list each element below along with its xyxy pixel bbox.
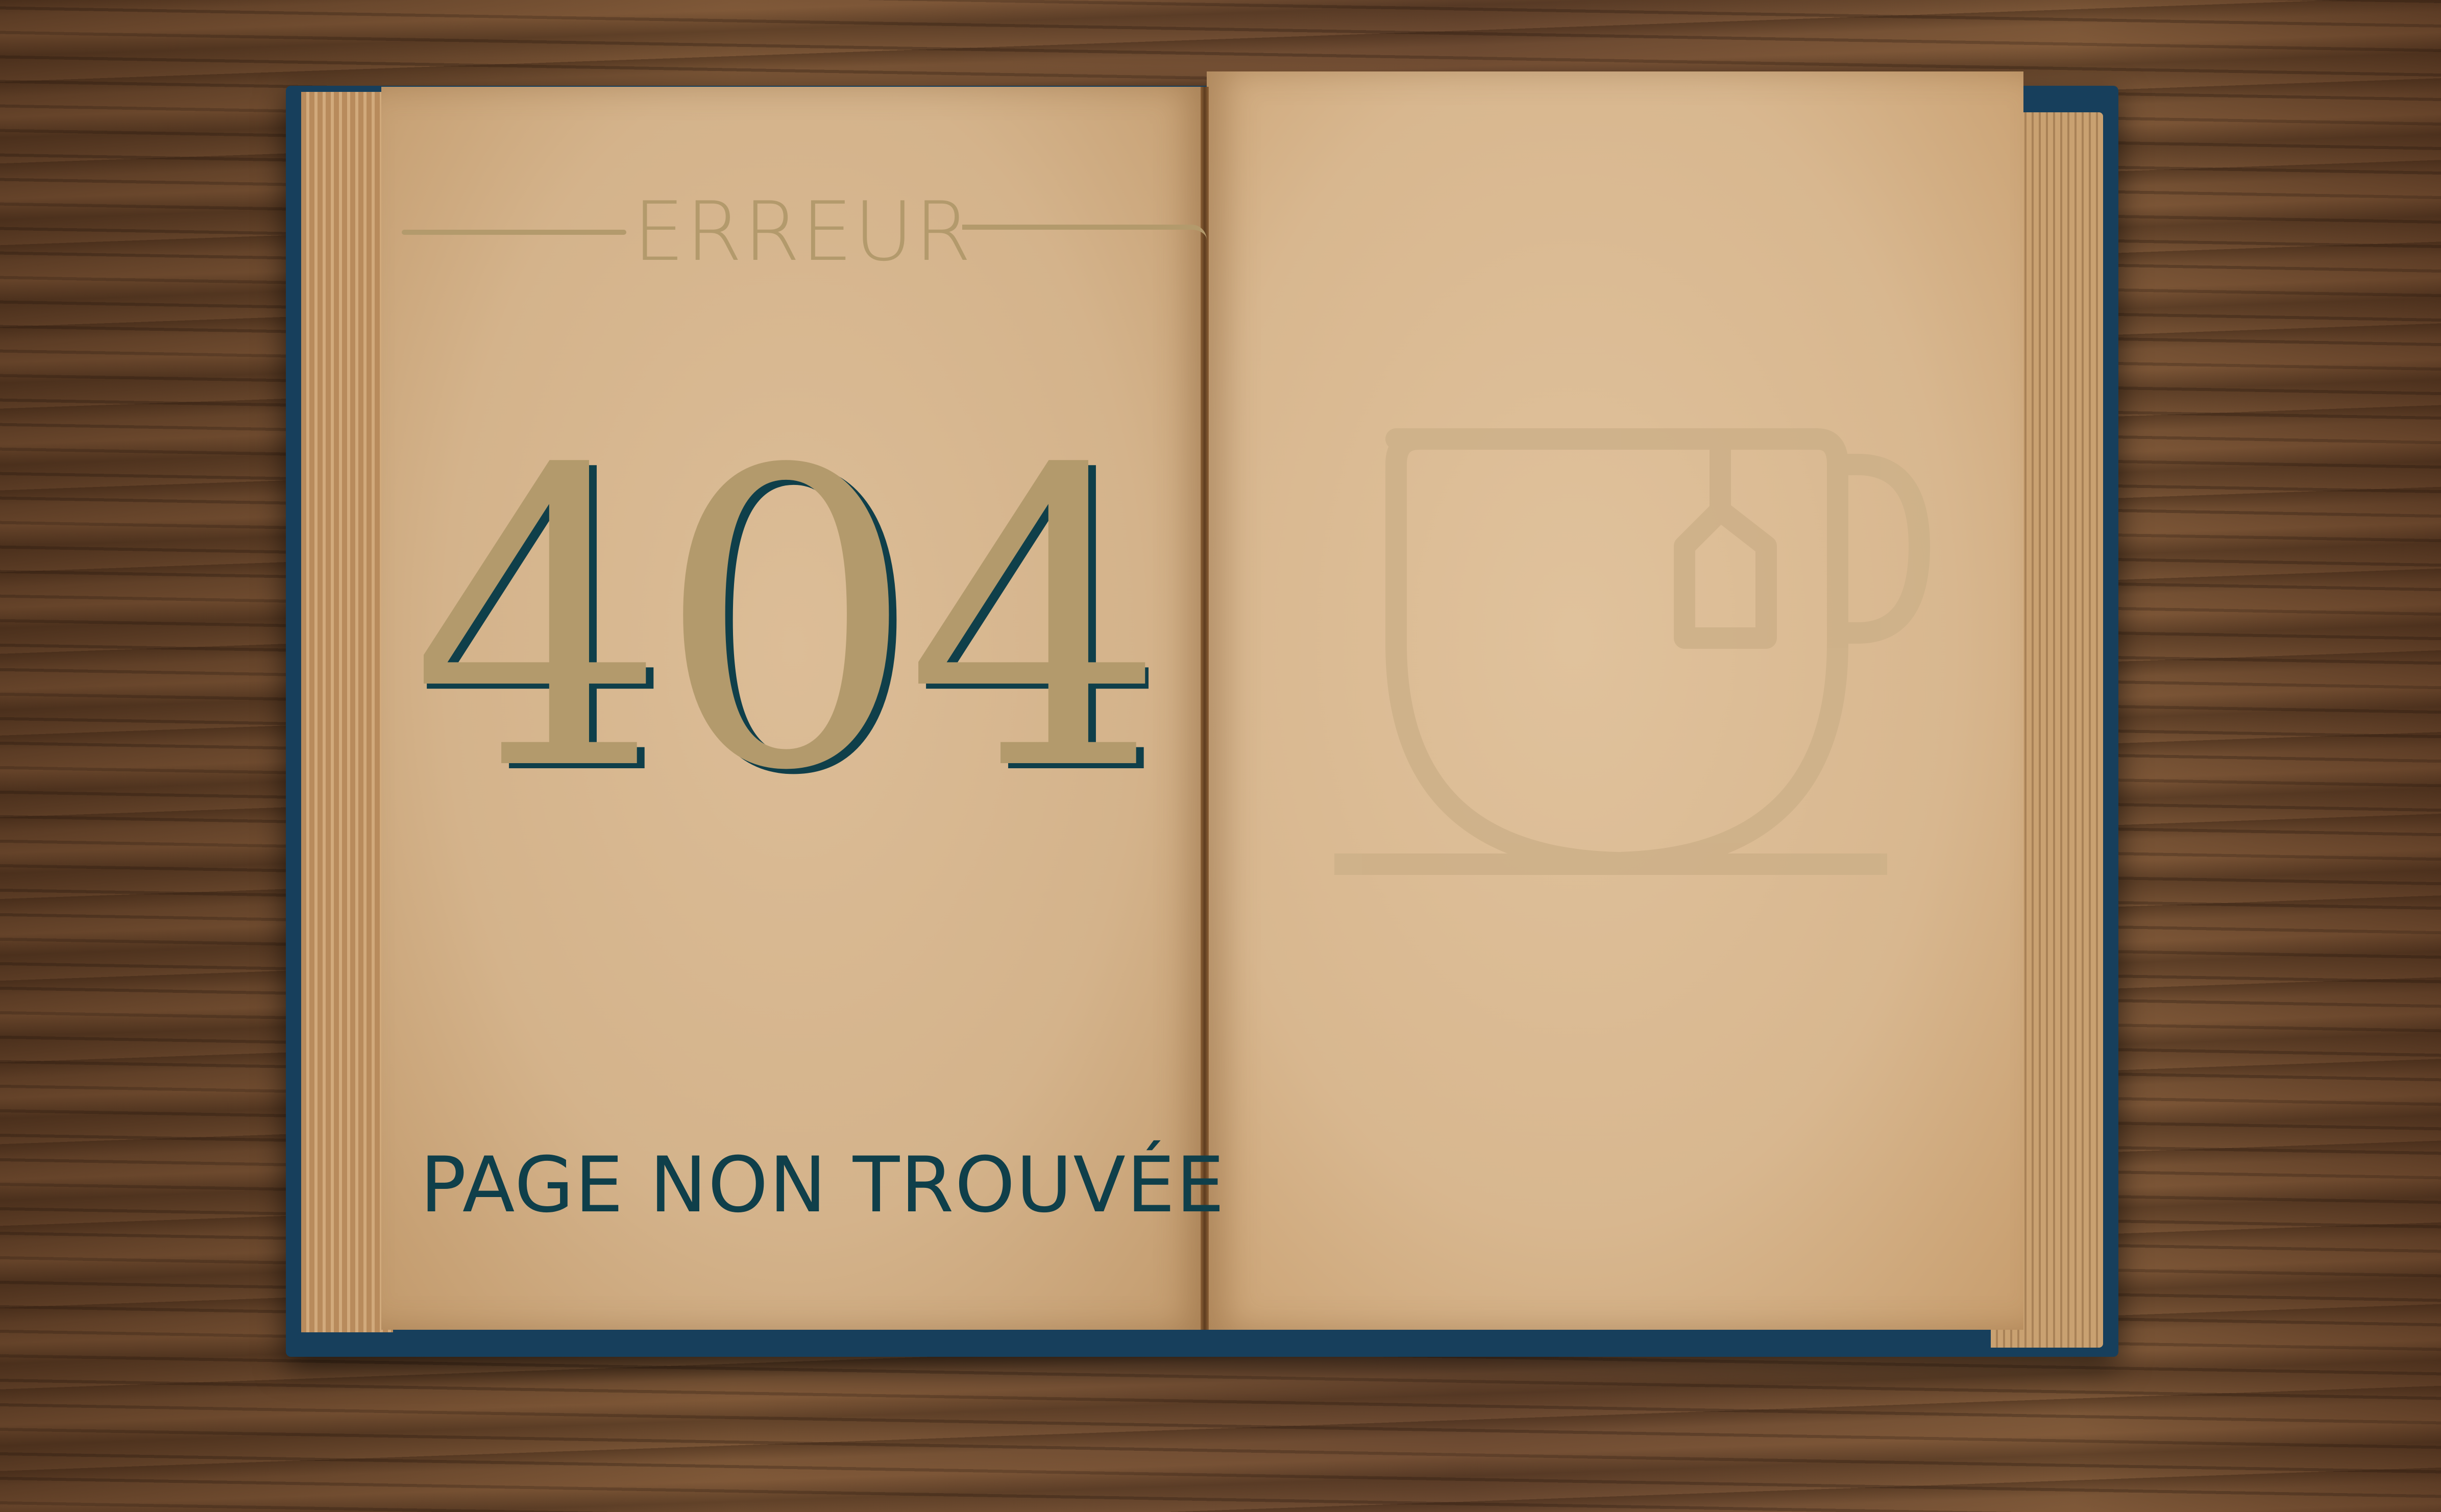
divider-right — [962, 225, 1207, 240]
error-message: PAGE NON TROUVÉE — [420, 1141, 1226, 1230]
tea-mug-icon — [1334, 428, 1930, 875]
error-code: 404 404 — [424, 449, 1149, 796]
page-stack-left — [301, 92, 393, 1332]
error-code-text: 404 — [424, 449, 1149, 796]
error-eyebrow: ERREUR — [633, 184, 972, 279]
divider-left — [402, 230, 626, 235]
